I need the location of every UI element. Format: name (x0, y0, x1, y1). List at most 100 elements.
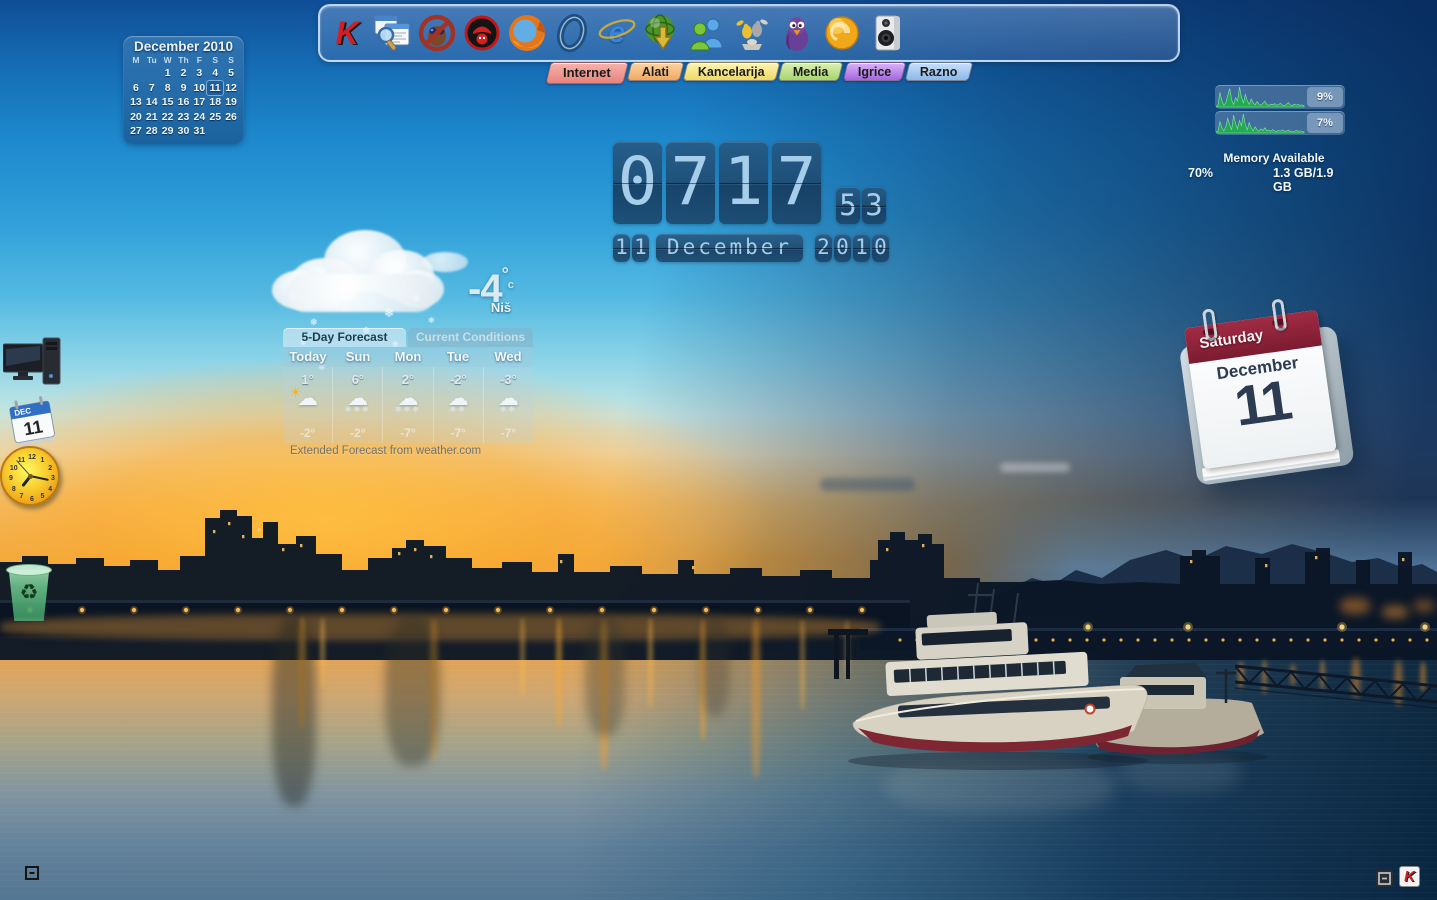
download-globe-icon[interactable] (641, 10, 683, 56)
forecast-high: 6° (351, 372, 365, 387)
internet-explorer-icon[interactable]: e (596, 10, 638, 56)
desktop: K e Internet Alati Kancelarija Media Igr… (0, 0, 1437, 900)
forecast-snow-icon: ☁ ❄❄ (484, 388, 533, 420)
cpu-graph-2: 7% (1215, 111, 1345, 135)
calendar-day: 12 (225, 81, 237, 94)
clock-minute-tens: 1 (719, 142, 768, 224)
calendar-day: 2 (180, 67, 187, 79)
calendar-day: 31 (193, 125, 206, 137)
calendar-day: 8 (164, 81, 171, 94)
reflection-streak (700, 616, 730, 716)
reflection-streak (520, 618, 525, 698)
window-light (922, 544, 925, 548)
forecast-high: 2° (401, 372, 415, 387)
im-birds-icon[interactable] (731, 10, 773, 56)
recycle-bin-icon[interactable]: ♻ (6, 564, 52, 622)
date-year-2: 0 (834, 234, 851, 262)
dock-tab-igrice[interactable]: Igrice (842, 62, 907, 81)
reflection-streak (1414, 600, 1434, 612)
tab-5-day-forecast[interactable]: 5-Day Forecast (283, 328, 406, 347)
desk-calendar-gadget[interactable]: Saturday December 11 (1171, 286, 1355, 487)
window-light (886, 548, 889, 552)
forecast-snow-rain-icon: ☁ ❄❄❄ (333, 388, 382, 420)
bridge-light (1391, 638, 1395, 642)
snowflake-glyph: ❄ (338, 298, 350, 314)
tab-current-conditions[interactable]: Current Conditions (408, 328, 533, 347)
snowflake-glyph: ❄ (384, 306, 395, 320)
recycle-bin-rim (6, 564, 52, 576)
opera-icon[interactable] (551, 10, 593, 56)
forecast-low: -7° (450, 426, 466, 440)
calendar-day: 16 (177, 96, 190, 108)
dock-tabs: Internet Alati Kancelarija Media Igrice Razno (545, 62, 974, 84)
dock-tab-internet[interactable]: Internet (545, 62, 629, 84)
clock-second-ones: 3 (862, 187, 886, 224)
calendar-day: 20 (130, 110, 142, 123)
calendar-gadget[interactable]: December 2010 M Tu W Th F S S 1 2 3 4 5 6 7 8 9 10 11 12 13… (123, 36, 244, 144)
reflection-streak (800, 620, 805, 710)
calendar-day: 17 (193, 96, 206, 108)
forecast-snow-rain-icon: ☁ ❄❄❄ (383, 388, 432, 420)
dock-tab-kancelarija[interactable]: Kancelarija (682, 62, 780, 81)
forecast-low: -2° (350, 426, 366, 440)
bridge-light (79, 607, 85, 613)
forecast-low: -2° (299, 426, 316, 440)
kaspersky-icon[interactable]: K (326, 10, 368, 56)
cpu-graph-1: 9% (1215, 85, 1345, 109)
calendar-day (207, 124, 223, 139)
calendar-day: 10 (193, 81, 206, 94)
analog-clock-icon[interactable]: 12 1 2 3 4 5 6 7 8 9 10 11 (0, 446, 60, 506)
clock-center-dot (27, 473, 33, 479)
system-monitor-gadget[interactable]: 9% 7% Memory Available 70% 1.3 GB/1.9 GB (1185, 85, 1350, 194)
date-day-tens: 1 (613, 234, 630, 262)
calendar-day: 26 (225, 110, 237, 123)
dock-tab-alati[interactable]: Alati (626, 62, 685, 81)
window-light (1190, 560, 1193, 564)
weekday-header: S (212, 55, 219, 65)
calendar-desktop-icon[interactable]: DEC 11 (6, 394, 58, 453)
speaker-icon[interactable] (866, 10, 908, 56)
my-computer-icon[interactable] (2, 336, 63, 397)
launcher-tray-icon[interactable] (24, 865, 40, 886)
forecast-day-name: Wed (494, 349, 522, 364)
kaspersky-tray-icon[interactable]: K (1399, 866, 1420, 887)
snowflake-glyph: ❄ (412, 294, 421, 305)
clock-number: 7 (19, 493, 24, 501)
date-month: December (656, 234, 803, 262)
window-light (300, 544, 303, 548)
clock-number: 9 (9, 475, 13, 482)
reflection-streak (320, 618, 325, 688)
pidgin-icon[interactable] (776, 10, 818, 56)
spy-agent-icon[interactable] (461, 10, 503, 56)
flake-glyphs: ❄❄❄ (344, 405, 371, 414)
clock-number: 10 (9, 464, 18, 472)
forecast-snow-icon: ☁ ❄❄ (434, 388, 483, 420)
window-light (560, 560, 563, 564)
calendar-day: 5 (228, 67, 234, 79)
launcher-tray-icon-right[interactable] (1376, 870, 1393, 887)
dock-tab-label: Internet (563, 65, 611, 80)
forecast-day-tue: -2° ☁ ❄❄ -7° (432, 367, 483, 443)
flake-glyphs: ❄❄ (449, 405, 467, 414)
weather-gadget[interactable]: ❄❄❄❄❄❄❄❄❄❄❄ -4°c Niš 5-Day Forecast Curr… (272, 222, 538, 468)
dock-tab-media[interactable]: Media (778, 62, 845, 81)
date-year-1: 2 (815, 234, 832, 262)
calendar-day: 4 (212, 67, 219, 79)
window-light (282, 548, 285, 552)
forecast-days: 1° ☀ ☁ -2° 6° ☁ ❄❄❄ -2° 2° ☁ ❄❄❄ -7° -2° ☁ ❄❄ -7° -3° ☁ ❄❄… (283, 367, 533, 443)
weekday-header: M (132, 55, 140, 65)
dcpp-coin-icon[interactable] (821, 10, 863, 56)
messenger-icon[interactable] (686, 10, 728, 56)
clock-number: 6 (30, 496, 34, 503)
firefox-icon[interactable] (506, 10, 548, 56)
dock-tab-razno[interactable]: Razno (904, 62, 974, 81)
clock-number: 4 (48, 485, 53, 493)
weekday-header: Tu (146, 55, 157, 65)
calendar-day: 23 (177, 110, 190, 123)
bridge-light (599, 607, 605, 613)
forecast-high: -2° (449, 372, 467, 387)
dock-tab-label: Alati (641, 65, 669, 79)
window-search-icon[interactable] (371, 10, 413, 56)
no-spy-binoculars-icon[interactable] (416, 10, 458, 56)
flake-glyphs: ❄❄ (499, 405, 518, 414)
